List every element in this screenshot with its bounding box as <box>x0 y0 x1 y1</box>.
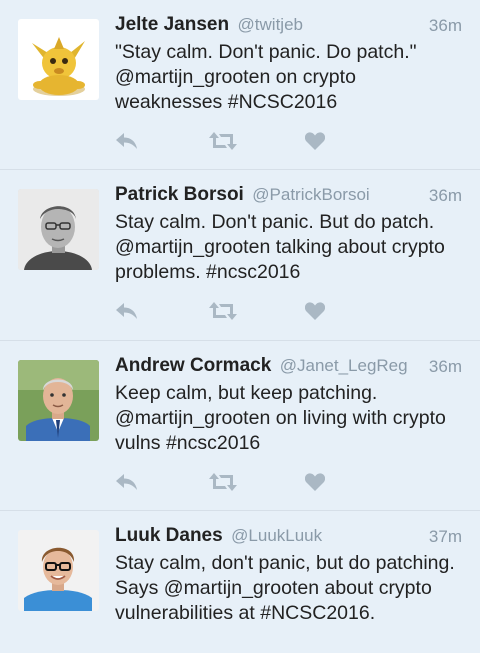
author-name[interactable]: Jelte Jansen <box>115 14 229 35</box>
tweet-text: Stay calm. Don't panic. But do patch. @m… <box>115 211 445 283</box>
tweet[interactable]: Luuk Danes @LuukLuuk 37m Stay calm, don'… <box>0 511 480 653</box>
author-handle[interactable]: @PatrickBorsoi <box>252 185 369 204</box>
reply-icon <box>116 133 137 149</box>
retweet-icon <box>209 302 237 320</box>
reply-button[interactable] <box>113 128 141 154</box>
author-handle[interactable]: @twitjeb <box>238 15 303 34</box>
tweet-header: Patrick Borsoi @PatrickBorsoi 36m <box>115 184 462 212</box>
like-button[interactable] <box>301 298 329 324</box>
author-name[interactable]: Andrew Cormack <box>115 355 271 376</box>
avatar[interactable] <box>18 189 99 270</box>
avatar[interactable] <box>18 360 99 441</box>
timestamp: 36m <box>428 186 462 205</box>
retweet-button[interactable] <box>209 298 237 324</box>
author-name[interactable]: Luuk Danes <box>115 525 223 546</box>
author-handle[interactable]: @LuukLuuk <box>231 526 322 545</box>
timestamp: 36m <box>428 357 462 376</box>
retweet-button[interactable] <box>209 469 237 495</box>
reply-icon <box>116 303 137 319</box>
reply-button[interactable] <box>113 298 141 324</box>
author-handle[interactable]: @Janet_LegReg <box>280 356 408 375</box>
avatar[interactable] <box>18 530 99 611</box>
reply-button[interactable] <box>113 469 141 495</box>
like-button[interactable] <box>301 128 329 154</box>
retweet-icon <box>209 473 237 491</box>
reply-icon <box>116 474 137 490</box>
like-button[interactable] <box>301 469 329 495</box>
tweet-actions <box>113 128 333 154</box>
timestamp: 37m <box>428 527 462 546</box>
heart-icon <box>305 473 325 491</box>
retweet-button[interactable] <box>209 128 237 154</box>
tweet-header: Luuk Danes @LuukLuuk 37m <box>115 525 462 553</box>
timeline: Jelte Jansen @twitjeb 36m "Stay calm. Do… <box>0 0 480 653</box>
tweet-actions <box>113 298 333 324</box>
heart-icon <box>305 132 325 150</box>
tweet[interactable]: Jelte Jansen @twitjeb 36m "Stay calm. Do… <box>0 0 480 170</box>
timestamp: 36m <box>428 16 462 35</box>
tweet-text: "Stay calm. Don't panic. Do patch." @mar… <box>115 41 417 113</box>
tweet-header: Jelte Jansen @twitjeb 36m <box>115 14 462 42</box>
tweet-text: Stay calm, don't panic, but do patching.… <box>115 552 455 624</box>
tweet-actions <box>113 469 333 495</box>
author-name[interactable]: Patrick Borsoi <box>115 184 244 205</box>
tweet[interactable]: Andrew Cormack @Janet_LegReg 36m Keep ca… <box>0 341 480 511</box>
tweet[interactable]: Patrick Borsoi @PatrickBorsoi 36m Stay c… <box>0 170 480 341</box>
tweet-text: Keep calm, but keep patching. @martijn_g… <box>115 382 446 454</box>
retweet-icon <box>209 132 237 150</box>
heart-icon <box>305 302 325 320</box>
avatar[interactable] <box>18 19 99 100</box>
tweet-header: Andrew Cormack @Janet_LegReg 36m <box>115 355 462 383</box>
